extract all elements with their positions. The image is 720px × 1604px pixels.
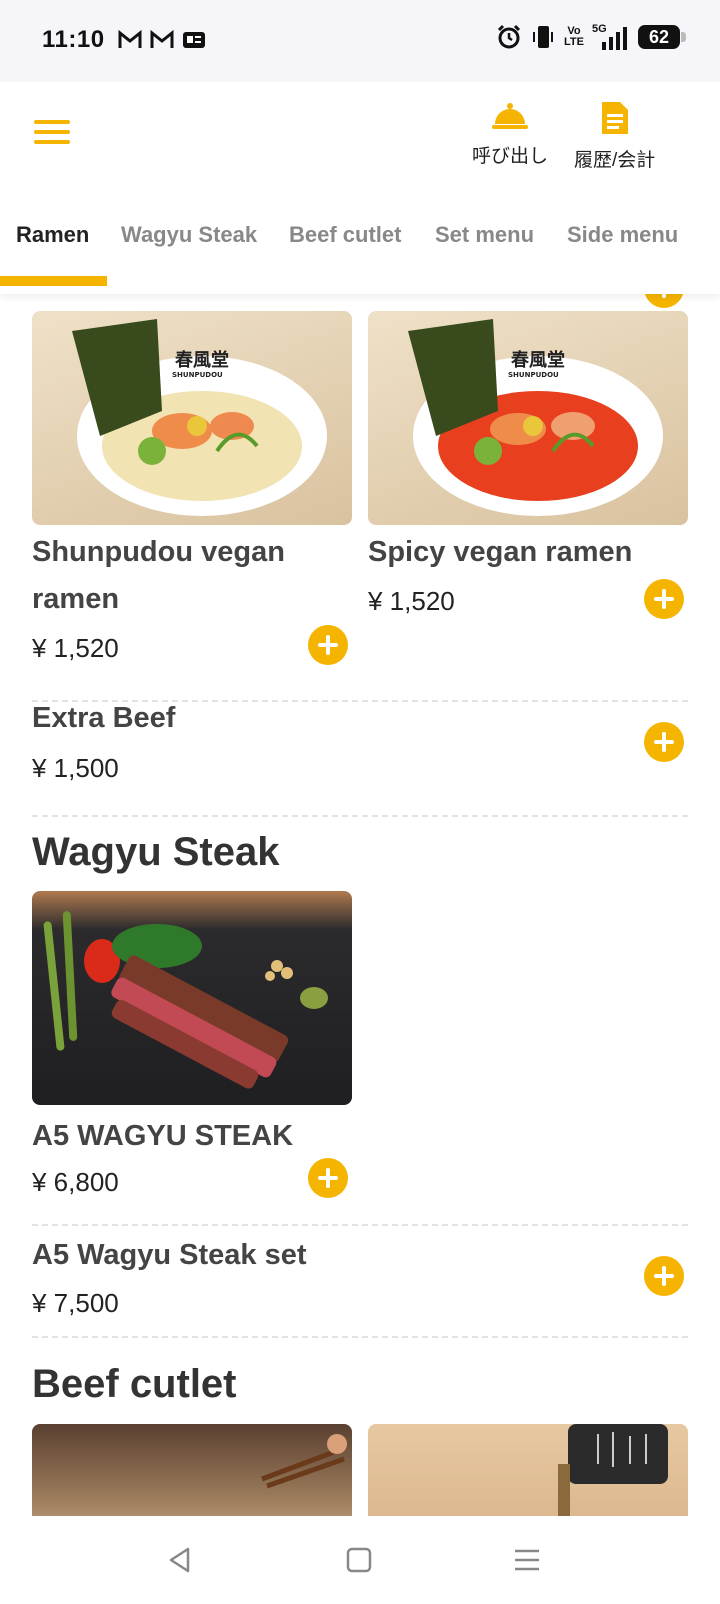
- section-title-wagyu: Wagyu Steak: [32, 830, 280, 874]
- shunpudou-vegan-ramen-name-line2: ramen: [32, 583, 120, 615]
- plus-icon[interactable]: [308, 625, 348, 665]
- alarm-icon: [497, 24, 521, 49]
- volte-indicator: Vo LTE: [564, 26, 584, 48]
- steak-picture: [43, 911, 328, 1089]
- spicy-vegan-ramen-price: ¥ 1,520: [368, 586, 455, 616]
- plus-icon[interactable]: [644, 579, 684, 619]
- spicy-bowl-brand-kanji: 春風堂: [511, 349, 565, 371]
- tab-set-menu[interactable]: Set menu: [435, 222, 534, 248]
- cutlet-picture: [261, 1434, 347, 1489]
- system-nav-bar: [0, 1516, 720, 1604]
- back-icon[interactable]: [164, 1544, 196, 1576]
- category-tabs: Ramen Wagyu Steak Beef cutlet Set menu S…: [0, 192, 720, 294]
- shunpudou-vegan-ramen-image[interactable]: 春風堂 SHUNPUDOU: [32, 311, 352, 525]
- signal-indicator: 5G: [592, 24, 630, 50]
- spicy-vegan-ramen-image[interactable]: 春風堂 SHUNPUDOU: [368, 311, 688, 525]
- app-header: 呼び出し 履歴/会計: [0, 82, 720, 192]
- battery-level: 62: [648, 27, 670, 47]
- call-staff-label: 呼び出し: [472, 146, 549, 167]
- extra-beef-name: Extra Beef: [32, 702, 176, 734]
- plus-icon[interactable]: [644, 1256, 684, 1296]
- status-time: 11:10: [42, 26, 105, 53]
- history-button[interactable]: 履歴/会計: [574, 100, 655, 172]
- tab-wagyu-steak[interactable]: Wagyu Steak: [121, 222, 257, 248]
- plus-icon[interactable]: [308, 1158, 348, 1198]
- beef-cutlet-image-1[interactable]: [32, 1424, 352, 1516]
- plus-icon[interactable]: [644, 722, 684, 762]
- bowl-brand-kanji: 春風堂: [175, 349, 229, 371]
- menu-icon[interactable]: [34, 120, 70, 148]
- section-title-beef-cutlet: Beef cutlet: [32, 1362, 237, 1406]
- cutlet-stone-picture: [558, 1424, 668, 1516]
- a5-wagyu-steak-price: ¥ 6,800: [32, 1167, 119, 1197]
- gmail-icon: [118, 30, 142, 48]
- beef-cutlet-image-2[interactable]: [368, 1424, 688, 1516]
- tab-ramen[interactable]: Ramen: [16, 222, 89, 248]
- vibrate-icon: [533, 26, 554, 48]
- signal-icon: [602, 27, 627, 50]
- gmail-icon-2: [150, 30, 174, 48]
- ramen-bowl-picture: 春風堂 SHUNPUDOU: [72, 319, 327, 516]
- shunpudou-vegan-ramen-price: ¥ 1,520: [32, 633, 119, 663]
- divider: [32, 1336, 688, 1338]
- receipt-icon: [601, 102, 628, 134]
- bell-icon: [492, 103, 528, 129]
- home-icon[interactable]: [343, 1544, 375, 1576]
- status-bar: 11:10 Vo LTE 5G 62: [0, 0, 720, 82]
- history-label: 履歴/会計: [574, 150, 656, 171]
- call-staff-button[interactable]: 呼び出し: [472, 100, 548, 168]
- extra-beef-price: ¥ 1,500: [32, 753, 119, 783]
- a5-wagyu-steak-set-name: A5 Wagyu Steak set: [32, 1239, 307, 1271]
- news-icon: [183, 32, 205, 48]
- spicy-vegan-ramen-name: Spicy vegan ramen: [368, 536, 633, 568]
- battery-icon: 62: [638, 25, 686, 49]
- tab-side-menu[interactable]: Side menu: [567, 222, 678, 248]
- active-tab-indicator: [0, 276, 107, 286]
- spicy-ramen-bowl-picture: 春風堂 SHUNPUDOU: [408, 319, 663, 516]
- a5-wagyu-steak-set-price: ¥ 7,500: [32, 1288, 119, 1318]
- recents-icon[interactable]: [511, 1544, 543, 1576]
- a5-wagyu-steak-name: A5 WAGYU STEAK: [32, 1120, 294, 1152]
- a5-wagyu-steak-image[interactable]: [32, 891, 352, 1105]
- menu-list[interactable]: 春風堂 SHUNPUDOU Shunpudou vegan ramen ¥ 1,…: [0, 294, 720, 1516]
- divider: [32, 1224, 688, 1226]
- divider: [32, 815, 688, 817]
- spicy-bowl-brand-latin: SHUNPUDOU: [508, 371, 559, 379]
- tab-beef-cutlet[interactable]: Beef cutlet: [289, 222, 401, 248]
- volte-bottom-label: LTE: [564, 36, 584, 48]
- shunpudou-vegan-ramen-name-line1: Shunpudou vegan: [32, 536, 285, 568]
- bowl-brand-latin: SHUNPUDOU: [172, 371, 223, 379]
